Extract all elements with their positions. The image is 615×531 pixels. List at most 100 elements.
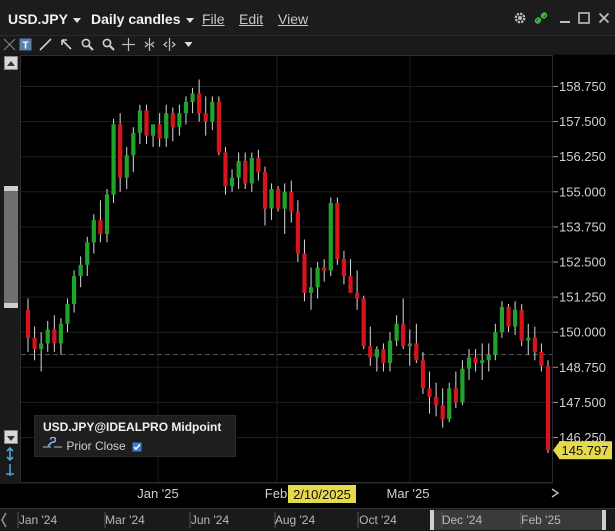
- dropdown-icon[interactable]: [182, 38, 195, 51]
- candle: [322, 259, 327, 282]
- y-tick-label: 157.500: [559, 114, 606, 129]
- vertical-scrollbar[interactable]: [0, 55, 20, 500]
- candle: [506, 304, 511, 333]
- candle-body: [381, 349, 386, 364]
- candle: [25, 298, 31, 352]
- cursor-date-label: 2/10/2025: [293, 487, 351, 502]
- overview-strip[interactable]: Jan '24 Mar '24 Jun '24 Aug '24 Oct '24 Dec '…: [0, 508, 615, 531]
- scroll-down-button[interactable]: [4, 430, 18, 444]
- candle-body: [374, 349, 379, 358]
- candle-body: [289, 191, 294, 212]
- candle-body: [39, 343, 44, 350]
- compress-icon[interactable]: [143, 38, 156, 51]
- candle: [289, 180, 294, 223]
- candle: [124, 146, 129, 189]
- candle-body: [355, 292, 360, 299]
- overview-right-handle[interactable]: [602, 510, 606, 530]
- chart-style-label: Daily candles: [91, 11, 181, 27]
- candle: [58, 318, 64, 355]
- candle-body: [348, 276, 353, 293]
- candle: [447, 382, 452, 423]
- candle-body: [190, 93, 195, 102]
- menu-edit-label: Edit: [239, 11, 264, 27]
- pointer-icon[interactable]: [3, 38, 16, 51]
- candle-body: [236, 160, 241, 178]
- scroll-right-icon[interactable]: [551, 488, 560, 498]
- candle-body: [164, 113, 169, 139]
- y-tick-label: 155.000: [559, 184, 606, 199]
- scroll-up-button[interactable]: [4, 56, 18, 70]
- menu-file[interactable]: File: [202, 11, 225, 27]
- crosshair-icon[interactable]: [122, 38, 135, 51]
- candle: [414, 323, 419, 364]
- candle-body: [65, 304, 70, 324]
- candle: [308, 267, 314, 310]
- candle: [302, 239, 307, 302]
- fit-icon[interactable]: [3, 463, 17, 477]
- candle: [512, 301, 518, 336]
- y-tick-label: 153.750: [559, 219, 606, 234]
- price-axis[interactable]: 146.250 147.500 148.750 150.000 151.250 152.5…: [553, 55, 615, 500]
- candle-body: [104, 194, 110, 234]
- candle: [315, 262, 320, 299]
- candle: [197, 79, 202, 122]
- overview-timeline[interactable]: Jan '24 Mar '24 Jun '24 Aug '24 Oct '24 Dec '…: [0, 509, 615, 531]
- overview-label: Jun '24: [191, 513, 230, 527]
- candle-body: [58, 323, 64, 344]
- candle: [236, 152, 241, 189]
- candle: [526, 323, 531, 355]
- candle: [98, 200, 103, 243]
- candle-body: [229, 177, 235, 187]
- date-axis-labels: Jan '25 Feb Mar '25 2/10/2025: [137, 481, 560, 503]
- minimize-icon[interactable]: [558, 11, 572, 25]
- candle-body: [308, 287, 314, 293]
- candle-body: [98, 219, 103, 234]
- candle: [545, 360, 551, 453]
- overview-left-handle[interactable]: [430, 510, 434, 530]
- candle-body: [447, 388, 452, 420]
- candle-body: [401, 323, 406, 347]
- candle-body: [473, 357, 478, 364]
- candle-body: [223, 152, 228, 187]
- candle-body: [144, 110, 149, 136]
- candle: [282, 183, 287, 234]
- link-icon[interactable]: [534, 11, 548, 25]
- y-tick-label: 151.250: [559, 290, 606, 305]
- gear-icon[interactable]: [513, 11, 527, 25]
- scale-y-icon[interactable]: [3, 447, 17, 461]
- zoom-in-icon[interactable]: [81, 38, 94, 51]
- candle-body: [315, 267, 320, 288]
- candle: [170, 107, 175, 142]
- candle: [256, 149, 261, 181]
- candle-body: [440, 405, 445, 420]
- candle-body: [466, 357, 472, 369]
- y-tick-label: 152.500: [559, 255, 606, 270]
- candle-body: [269, 188, 274, 209]
- menu-edit[interactable]: Edit: [239, 11, 263, 27]
- candle: [164, 104, 169, 147]
- candle-body: [78, 264, 83, 277]
- trendline-icon[interactable]: [39, 38, 52, 51]
- candle-body: [486, 354, 491, 361]
- scroll-thumb-bottom-handle[interactable]: [4, 303, 18, 308]
- menu-view[interactable]: View: [278, 11, 308, 27]
- arrow-tool-icon[interactable]: [60, 38, 73, 51]
- candle: [361, 295, 366, 350]
- candle: [91, 214, 96, 254]
- checkbox-checked-icon[interactable]: [132, 442, 142, 452]
- symbol-dropdown[interactable]: USD.JPY: [8, 11, 81, 27]
- overview-left-icon[interactable]: [1, 512, 7, 528]
- svg-text:T: T: [22, 41, 28, 52]
- maximize-icon[interactable]: [577, 11, 591, 25]
- zoom-out-icon[interactable]: [102, 38, 115, 51]
- candle-body: [394, 323, 399, 341]
- y-tick-label: 148.750: [559, 360, 606, 375]
- text-tool-icon[interactable]: T: [19, 38, 32, 51]
- candle: [118, 113, 123, 192]
- scroll-thumb-top-handle[interactable]: [4, 186, 18, 191]
- y-tick-label: 156.250: [559, 149, 606, 164]
- scroll-thumb[interactable]: [4, 186, 18, 308]
- expand-icon[interactable]: [163, 38, 176, 51]
- chart-style-dropdown[interactable]: Daily candles: [91, 11, 194, 27]
- close-icon[interactable]: [597, 11, 611, 25]
